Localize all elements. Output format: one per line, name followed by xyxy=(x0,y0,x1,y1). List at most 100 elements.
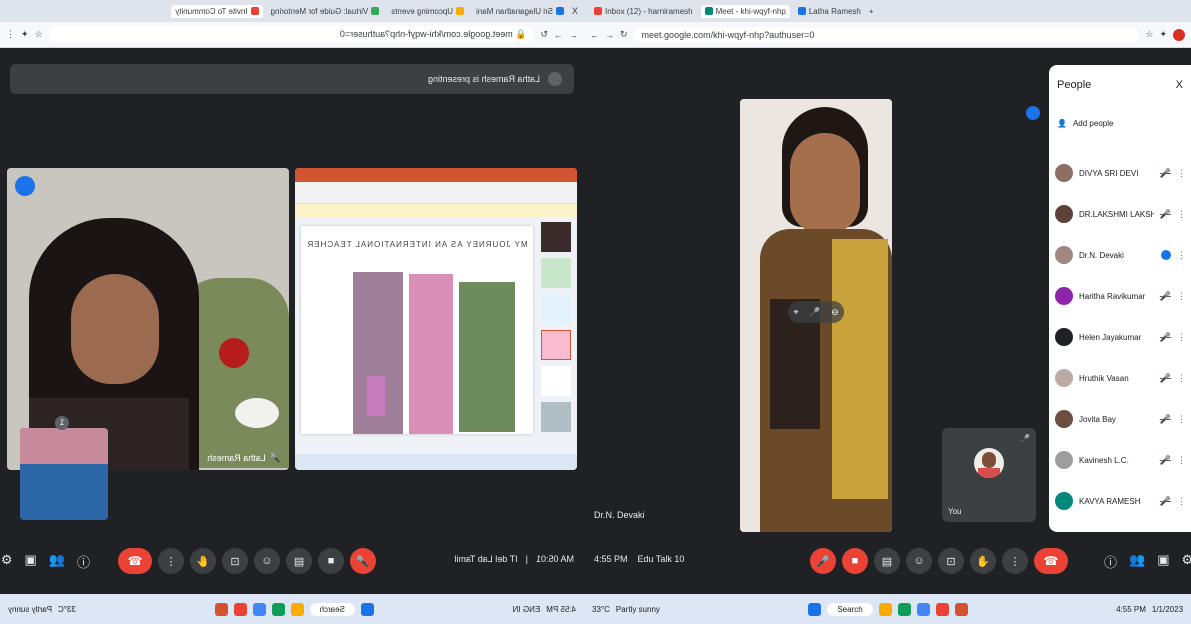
more-options-icon[interactable]: ⋮ xyxy=(1177,496,1186,507)
people-icon[interactable]: 👥 xyxy=(1129,552,1145,571)
back-icon[interactable]: ← xyxy=(590,30,599,40)
reload-icon[interactable]: ↻ xyxy=(620,29,628,40)
camera-off-button[interactable]: ■ xyxy=(318,548,344,574)
pin-icon[interactable]: ⌖ xyxy=(793,307,798,318)
mic-muted-icon[interactable]: 🎤 xyxy=(1160,373,1171,384)
url-field[interactable]: meet.google.com/khi-wqyf-nhp?authuser=0 xyxy=(633,26,1140,43)
info-icon[interactable]: ⓘ xyxy=(77,552,90,571)
chat-icon[interactable]: ▣ xyxy=(25,552,37,571)
leave-call-button[interactable]: ☎ xyxy=(1034,548,1068,574)
mic-muted-icon[interactable]: 🎤 xyxy=(1160,291,1171,302)
store-icon[interactable] xyxy=(916,602,930,616)
participant-row[interactable]: Haritha Ravikumar 🎤 ⋮ xyxy=(1055,276,1186,316)
more-options-button[interactable]: ⋮ xyxy=(158,548,184,574)
raise-hand-button[interactable]: ✋ xyxy=(190,548,216,574)
taskbar-search[interactable]: Search xyxy=(309,602,355,616)
add-people-button[interactable]: 👤 Add people xyxy=(1057,119,1113,128)
mic-muted-icon[interactable]: 🎤 xyxy=(1160,168,1171,179)
emoji-button[interactable]: ☺ xyxy=(906,548,932,574)
mic-muted-icon[interactable]: 🎤 xyxy=(1160,332,1171,343)
mic-muted-icon[interactable]: 🎤 xyxy=(1160,455,1171,466)
windows-start-icon[interactable] xyxy=(360,602,374,616)
present-button[interactable]: ⊡ xyxy=(938,548,964,574)
file-explorer-icon[interactable] xyxy=(290,602,304,616)
people-icon[interactable]: 👥 xyxy=(49,552,65,571)
more-options-icon[interactable]: ⋮ xyxy=(1177,209,1186,220)
forward-icon[interactable]: → xyxy=(554,30,563,40)
slide-thumbnail[interactable] xyxy=(541,294,571,324)
chrome-icon[interactable] xyxy=(935,602,949,616)
participant-row[interactable]: DIVYA SRI DEVI 🎤 ⋮ xyxy=(1055,153,1186,193)
raise-hand-button[interactable]: ✋ xyxy=(970,548,996,574)
close-icon[interactable]: X xyxy=(1176,79,1183,91)
slide-thumbnail[interactable] xyxy=(541,402,571,432)
activities-icon[interactable]: ⚙ xyxy=(1,552,13,571)
participant-row[interactable]: Jovita Bay 🎤 ⋮ xyxy=(1055,399,1186,439)
tab-2[interactable]: Upcoming events xyxy=(387,5,468,18)
present-button[interactable]: ⊡ xyxy=(222,548,248,574)
chrome-icon[interactable] xyxy=(233,602,247,616)
captions-button[interactable]: ▤ xyxy=(874,548,900,574)
windows-start-icon[interactable] xyxy=(808,602,822,616)
star-icon[interactable]: ☆ xyxy=(1145,29,1153,40)
participant-row[interactable]: Hruthik Vasan 🎤 ⋮ xyxy=(1055,358,1186,398)
edge-icon[interactable] xyxy=(271,602,285,616)
more-options-icon[interactable]: ⋮ xyxy=(1177,168,1186,179)
taskbar-search[interactable]: Search xyxy=(827,602,873,616)
more-options-icon[interactable]: ⋮ xyxy=(1177,291,1186,302)
mic-off-button[interactable]: 🎤 xyxy=(810,548,836,574)
more-options-icon[interactable]: ⋮ xyxy=(1177,250,1186,261)
leave-call-button[interactable]: ☎ xyxy=(118,548,152,574)
mic-muted-icon[interactable]: 🎤 xyxy=(1160,496,1171,507)
menu-icon[interactable]: ⋮ xyxy=(6,29,15,40)
chat-icon[interactable]: ▣ xyxy=(1157,552,1169,571)
mic-muted-icon[interactable]: 🎤 xyxy=(1160,414,1171,425)
tab-gmail[interactable]: Inbox (12) - harniramesh xyxy=(590,5,697,18)
slide-thumbnail[interactable] xyxy=(541,222,571,252)
activities-icon[interactable]: ⚙ xyxy=(1182,552,1191,571)
mic-off-button[interactable]: 🎤 xyxy=(350,548,376,574)
forward-icon[interactable]: → xyxy=(605,30,614,40)
powerpoint-icon[interactable] xyxy=(954,602,968,616)
profile-icon[interactable] xyxy=(1173,28,1185,41)
participant-avatar xyxy=(1055,410,1073,428)
participant-row[interactable]: Dr.N. Devaki ⋮ xyxy=(1055,235,1186,275)
tab-meet[interactable]: Meet - khi-wqyf-nhp xyxy=(700,4,790,18)
speaking-icon[interactable] xyxy=(1161,250,1171,260)
emoji-button[interactable]: ☺ xyxy=(254,548,280,574)
file-explorer-icon[interactable] xyxy=(878,602,892,616)
mute-icon[interactable]: 🎤 xyxy=(809,307,820,318)
slide-thumbnail[interactable] xyxy=(541,330,571,360)
camera-off-button[interactable]: ■ xyxy=(842,548,868,574)
more-options-icon[interactable]: ⋮ xyxy=(1177,332,1186,343)
new-tab-icon[interactable]: + xyxy=(869,7,874,16)
close-icon[interactable]: X xyxy=(572,6,578,16)
reload-icon[interactable]: ↻ xyxy=(540,29,548,40)
info-icon[interactable]: ⓘ xyxy=(1104,552,1117,571)
edge-icon[interactable] xyxy=(897,602,911,616)
participant-row[interactable]: Helen Jayakumar 🎤 ⋮ xyxy=(1055,317,1186,357)
participant-row[interactable]: Kavinesh L.C. 🎤 ⋮ xyxy=(1055,440,1186,480)
participant-row[interactable]: KAVYA RAMESH 🎤 ⋮ xyxy=(1055,481,1186,521)
back-icon[interactable]: ← xyxy=(569,30,578,40)
tab-latha[interactable]: Latha Ramesh xyxy=(794,5,865,18)
powerpoint-icon[interactable] xyxy=(214,602,228,616)
tab-1[interactable]: Sri Ulaganathan Mani xyxy=(472,5,568,18)
extensions-icon[interactable]: ✦ xyxy=(1159,29,1167,40)
url-field[interactable]: 🔒 meet.google.com/khi-wqyf-nhp?authuser=… xyxy=(48,26,535,43)
captions-button[interactable]: ▤ xyxy=(286,548,312,574)
more-options-icon[interactable]: ⋮ xyxy=(1177,455,1186,466)
extensions-icon[interactable]: ✦ xyxy=(21,29,29,40)
more-options-button[interactable]: ⋮ xyxy=(1002,548,1028,574)
remove-icon[interactable]: ⊖ xyxy=(831,307,839,318)
more-options-icon[interactable]: ⋮ xyxy=(1177,373,1186,384)
participant-row[interactable]: DR.LAKSHMI LAKSHMI J. 🎤 ⋮ xyxy=(1055,194,1186,234)
slide-thumbnail[interactable] xyxy=(541,366,571,396)
tab-3[interactable]: Virtual: Guide for Mentoring xyxy=(267,5,384,18)
more-options-icon[interactable]: ⋮ xyxy=(1177,414,1186,425)
slide-thumbnail[interactable] xyxy=(541,258,571,288)
star-icon[interactable]: ☆ xyxy=(35,29,43,40)
tab-4[interactable]: Invite To Community xyxy=(171,4,263,18)
mic-muted-icon[interactable]: 🎤 xyxy=(1160,209,1171,220)
store-icon[interactable] xyxy=(252,602,266,616)
